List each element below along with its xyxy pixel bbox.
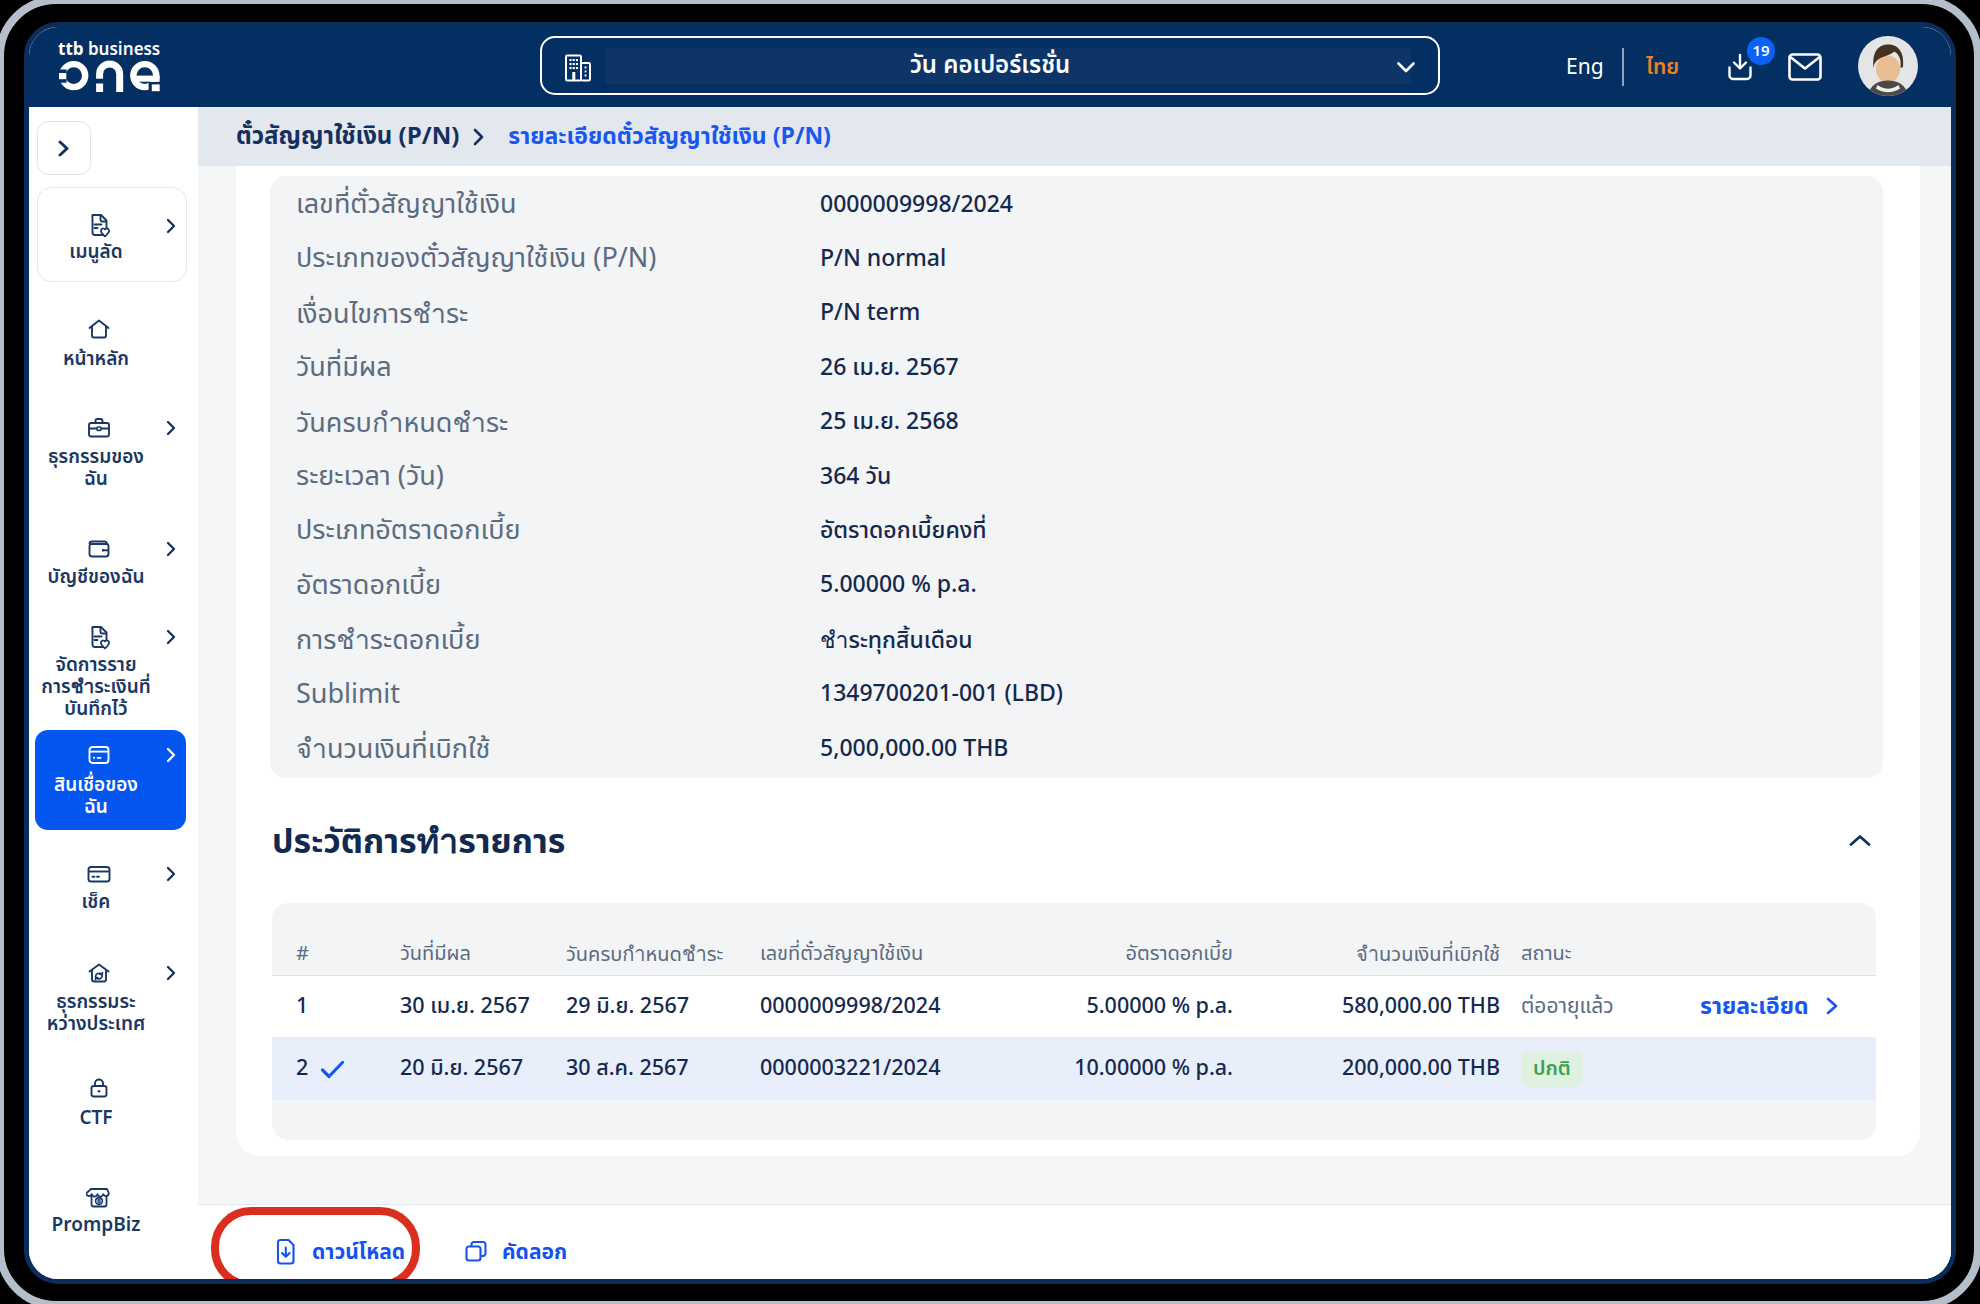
svg-text:฿: ฿ bbox=[97, 1196, 101, 1206]
